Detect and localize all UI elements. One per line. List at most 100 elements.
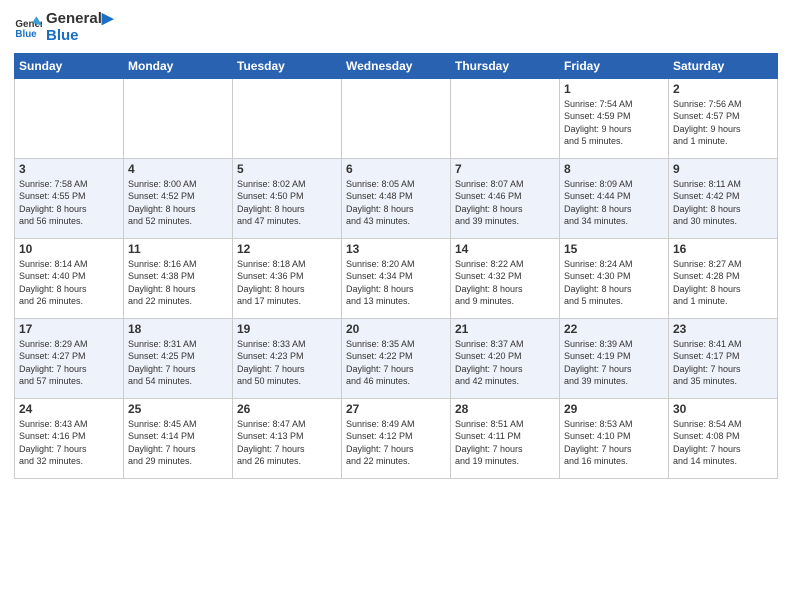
day-cell: 25 Sunrise: 8:45 AM Sunset: 4:14 PM Dayli… [124,398,233,478]
col-header-tuesday: Tuesday [233,53,342,78]
day-info: Sunrise: 8:45 AM Sunset: 4:14 PM Dayligh… [128,418,228,468]
col-header-wednesday: Wednesday [342,53,451,78]
day-info: Sunrise: 7:54 AM Sunset: 4:59 PM Dayligh… [564,98,664,148]
week-row-4: 17Sunrise: 8:29 AM Sunset: 4:27 PM Dayli… [15,318,778,398]
day-cell: 9 Sunrise: 8:11 AM Sunset: 4:42 PM Daylig… [669,158,778,238]
col-header-friday: Friday [560,53,669,78]
week-row-3: 10 Sunrise: 8:14 AM Sunset: 4:40 PM Dayli… [15,238,778,318]
day-info: Sunrise: 7:56 AM Sunset: 4:57 PM Dayligh… [673,98,773,148]
day-info: Sunrise: 8:29 AM Sunset: 4:27 PM Dayligh… [19,338,119,388]
day-cell [124,78,233,158]
day-cell: 6Sunrise: 8:05 AM Sunset: 4:48 PM Daylig… [342,158,451,238]
day-info: Sunrise: 8:14 AM Sunset: 4:40 PM Dayligh… [19,258,119,308]
day-number: 9 [673,162,773,176]
day-cell: 23Sunrise: 8:41 AM Sunset: 4:17 PM Dayli… [669,318,778,398]
day-number: 5 [237,162,337,176]
day-info: Sunrise: 8:18 AM Sunset: 4:36 PM Dayligh… [237,258,337,308]
day-number: 10 [19,242,119,256]
day-info: Sunrise: 8:27 AM Sunset: 4:28 PM Dayligh… [673,258,773,308]
day-info: Sunrise: 8:49 AM Sunset: 4:12 PM Dayligh… [346,418,446,468]
day-number: 11 [128,242,228,256]
day-info: Sunrise: 8:37 AM Sunset: 4:20 PM Dayligh… [455,338,555,388]
day-cell: 1 Sunrise: 7:54 AM Sunset: 4:59 PM Daylig… [560,78,669,158]
day-cell: 8 Sunrise: 8:09 AM Sunset: 4:44 PM Daylig… [560,158,669,238]
day-cell [15,78,124,158]
calendar-table: SundayMondayTuesdayWednesdayThursdayFrid… [14,53,778,479]
week-row-1: 1 Sunrise: 7:54 AM Sunset: 4:59 PM Daylig… [15,78,778,158]
day-number: 25 [128,402,228,416]
day-number: 20 [346,322,446,336]
day-info: Sunrise: 8:43 AM Sunset: 4:16 PM Dayligh… [19,418,119,468]
day-cell: 22Sunrise: 8:39 AM Sunset: 4:19 PM Dayli… [560,318,669,398]
day-cell: 29 Sunrise: 8:53 AM Sunset: 4:10 PM Dayli… [560,398,669,478]
day-info: Sunrise: 8:02 AM Sunset: 4:50 PM Dayligh… [237,178,337,228]
day-number: 22 [564,322,664,336]
day-cell: 28 Sunrise: 8:51 AM Sunset: 4:11 PM Dayli… [451,398,560,478]
day-cell: 19Sunrise: 8:33 AM Sunset: 4:23 PM Dayli… [233,318,342,398]
logo-blue: Blue [46,27,113,44]
day-info: Sunrise: 8:09 AM Sunset: 4:44 PM Dayligh… [564,178,664,228]
day-number: 7 [455,162,555,176]
day-info: Sunrise: 8:47 AM Sunset: 4:13 PM Dayligh… [237,418,337,468]
col-header-thursday: Thursday [451,53,560,78]
day-cell: 26 Sunrise: 8:47 AM Sunset: 4:13 PM Dayli… [233,398,342,478]
svg-text:Blue: Blue [15,29,37,40]
day-cell: 10 Sunrise: 8:14 AM Sunset: 4:40 PM Dayli… [15,238,124,318]
day-cell [233,78,342,158]
day-number: 8 [564,162,664,176]
day-number: 24 [19,402,119,416]
day-cell: 27Sunrise: 8:49 AM Sunset: 4:12 PM Dayli… [342,398,451,478]
day-info: Sunrise: 8:22 AM Sunset: 4:32 PM Dayligh… [455,258,555,308]
day-info: Sunrise: 8:53 AM Sunset: 4:10 PM Dayligh… [564,418,664,468]
day-number: 12 [237,242,337,256]
day-info: Sunrise: 8:31 AM Sunset: 4:25 PM Dayligh… [128,338,228,388]
week-row-2: 3 Sunrise: 7:58 AM Sunset: 4:55 PM Daylig… [15,158,778,238]
day-number: 2 [673,82,773,96]
day-number: 26 [237,402,337,416]
day-cell: 18 Sunrise: 8:31 AM Sunset: 4:25 PM Dayli… [124,318,233,398]
day-number: 1 [564,82,664,96]
day-number: 23 [673,322,773,336]
day-cell: 2 Sunrise: 7:56 AM Sunset: 4:57 PM Daylig… [669,78,778,158]
day-info: Sunrise: 8:07 AM Sunset: 4:46 PM Dayligh… [455,178,555,228]
day-info: Sunrise: 8:51 AM Sunset: 4:11 PM Dayligh… [455,418,555,468]
day-number: 6 [346,162,446,176]
day-cell: 7 Sunrise: 8:07 AM Sunset: 4:46 PM Daylig… [451,158,560,238]
page-container: General Blue General▶ Blue SundayMondayT… [0,0,792,489]
day-cell: 21 Sunrise: 8:37 AM Sunset: 4:20 PM Dayli… [451,318,560,398]
logo-text: General▶ [46,10,113,27]
day-info: Sunrise: 7:58 AM Sunset: 4:55 PM Dayligh… [19,178,119,228]
day-number: 30 [673,402,773,416]
day-info: Sunrise: 8:54 AM Sunset: 4:08 PM Dayligh… [673,418,773,468]
day-cell: 17Sunrise: 8:29 AM Sunset: 4:27 PM Dayli… [15,318,124,398]
day-info: Sunrise: 8:11 AM Sunset: 4:42 PM Dayligh… [673,178,773,228]
day-cell [451,78,560,158]
day-info: Sunrise: 8:35 AM Sunset: 4:22 PM Dayligh… [346,338,446,388]
day-cell: 14 Sunrise: 8:22 AM Sunset: 4:32 PM Dayli… [451,238,560,318]
day-number: 13 [346,242,446,256]
col-header-saturday: Saturday [669,53,778,78]
day-cell: 20 Sunrise: 8:35 AM Sunset: 4:22 PM Dayli… [342,318,451,398]
day-cell: 13 Sunrise: 8:20 AM Sunset: 4:34 PM Dayli… [342,238,451,318]
day-cell: 16 Sunrise: 8:27 AM Sunset: 4:28 PM Dayli… [669,238,778,318]
calendar-header-row: SundayMondayTuesdayWednesdayThursdayFrid… [15,53,778,78]
day-info: Sunrise: 8:20 AM Sunset: 4:34 PM Dayligh… [346,258,446,308]
day-number: 21 [455,322,555,336]
day-number: 14 [455,242,555,256]
day-number: 16 [673,242,773,256]
day-number: 3 [19,162,119,176]
day-cell: 24 Sunrise: 8:43 AM Sunset: 4:16 PM Dayli… [15,398,124,478]
day-cell [342,78,451,158]
day-info: Sunrise: 8:16 AM Sunset: 4:38 PM Dayligh… [128,258,228,308]
day-cell: 4 Sunrise: 8:00 AM Sunset: 4:52 PM Daylig… [124,158,233,238]
logo: General Blue General▶ Blue [14,10,113,45]
day-cell: 30 Sunrise: 8:54 AM Sunset: 4:08 PM Dayli… [669,398,778,478]
day-number: 19 [237,322,337,336]
day-number: 18 [128,322,228,336]
day-number: 29 [564,402,664,416]
logo-icon: General Blue [14,13,42,41]
day-cell: 3 Sunrise: 7:58 AM Sunset: 4:55 PM Daylig… [15,158,124,238]
day-number: 4 [128,162,228,176]
day-number: 28 [455,402,555,416]
day-info: Sunrise: 8:00 AM Sunset: 4:52 PM Dayligh… [128,178,228,228]
